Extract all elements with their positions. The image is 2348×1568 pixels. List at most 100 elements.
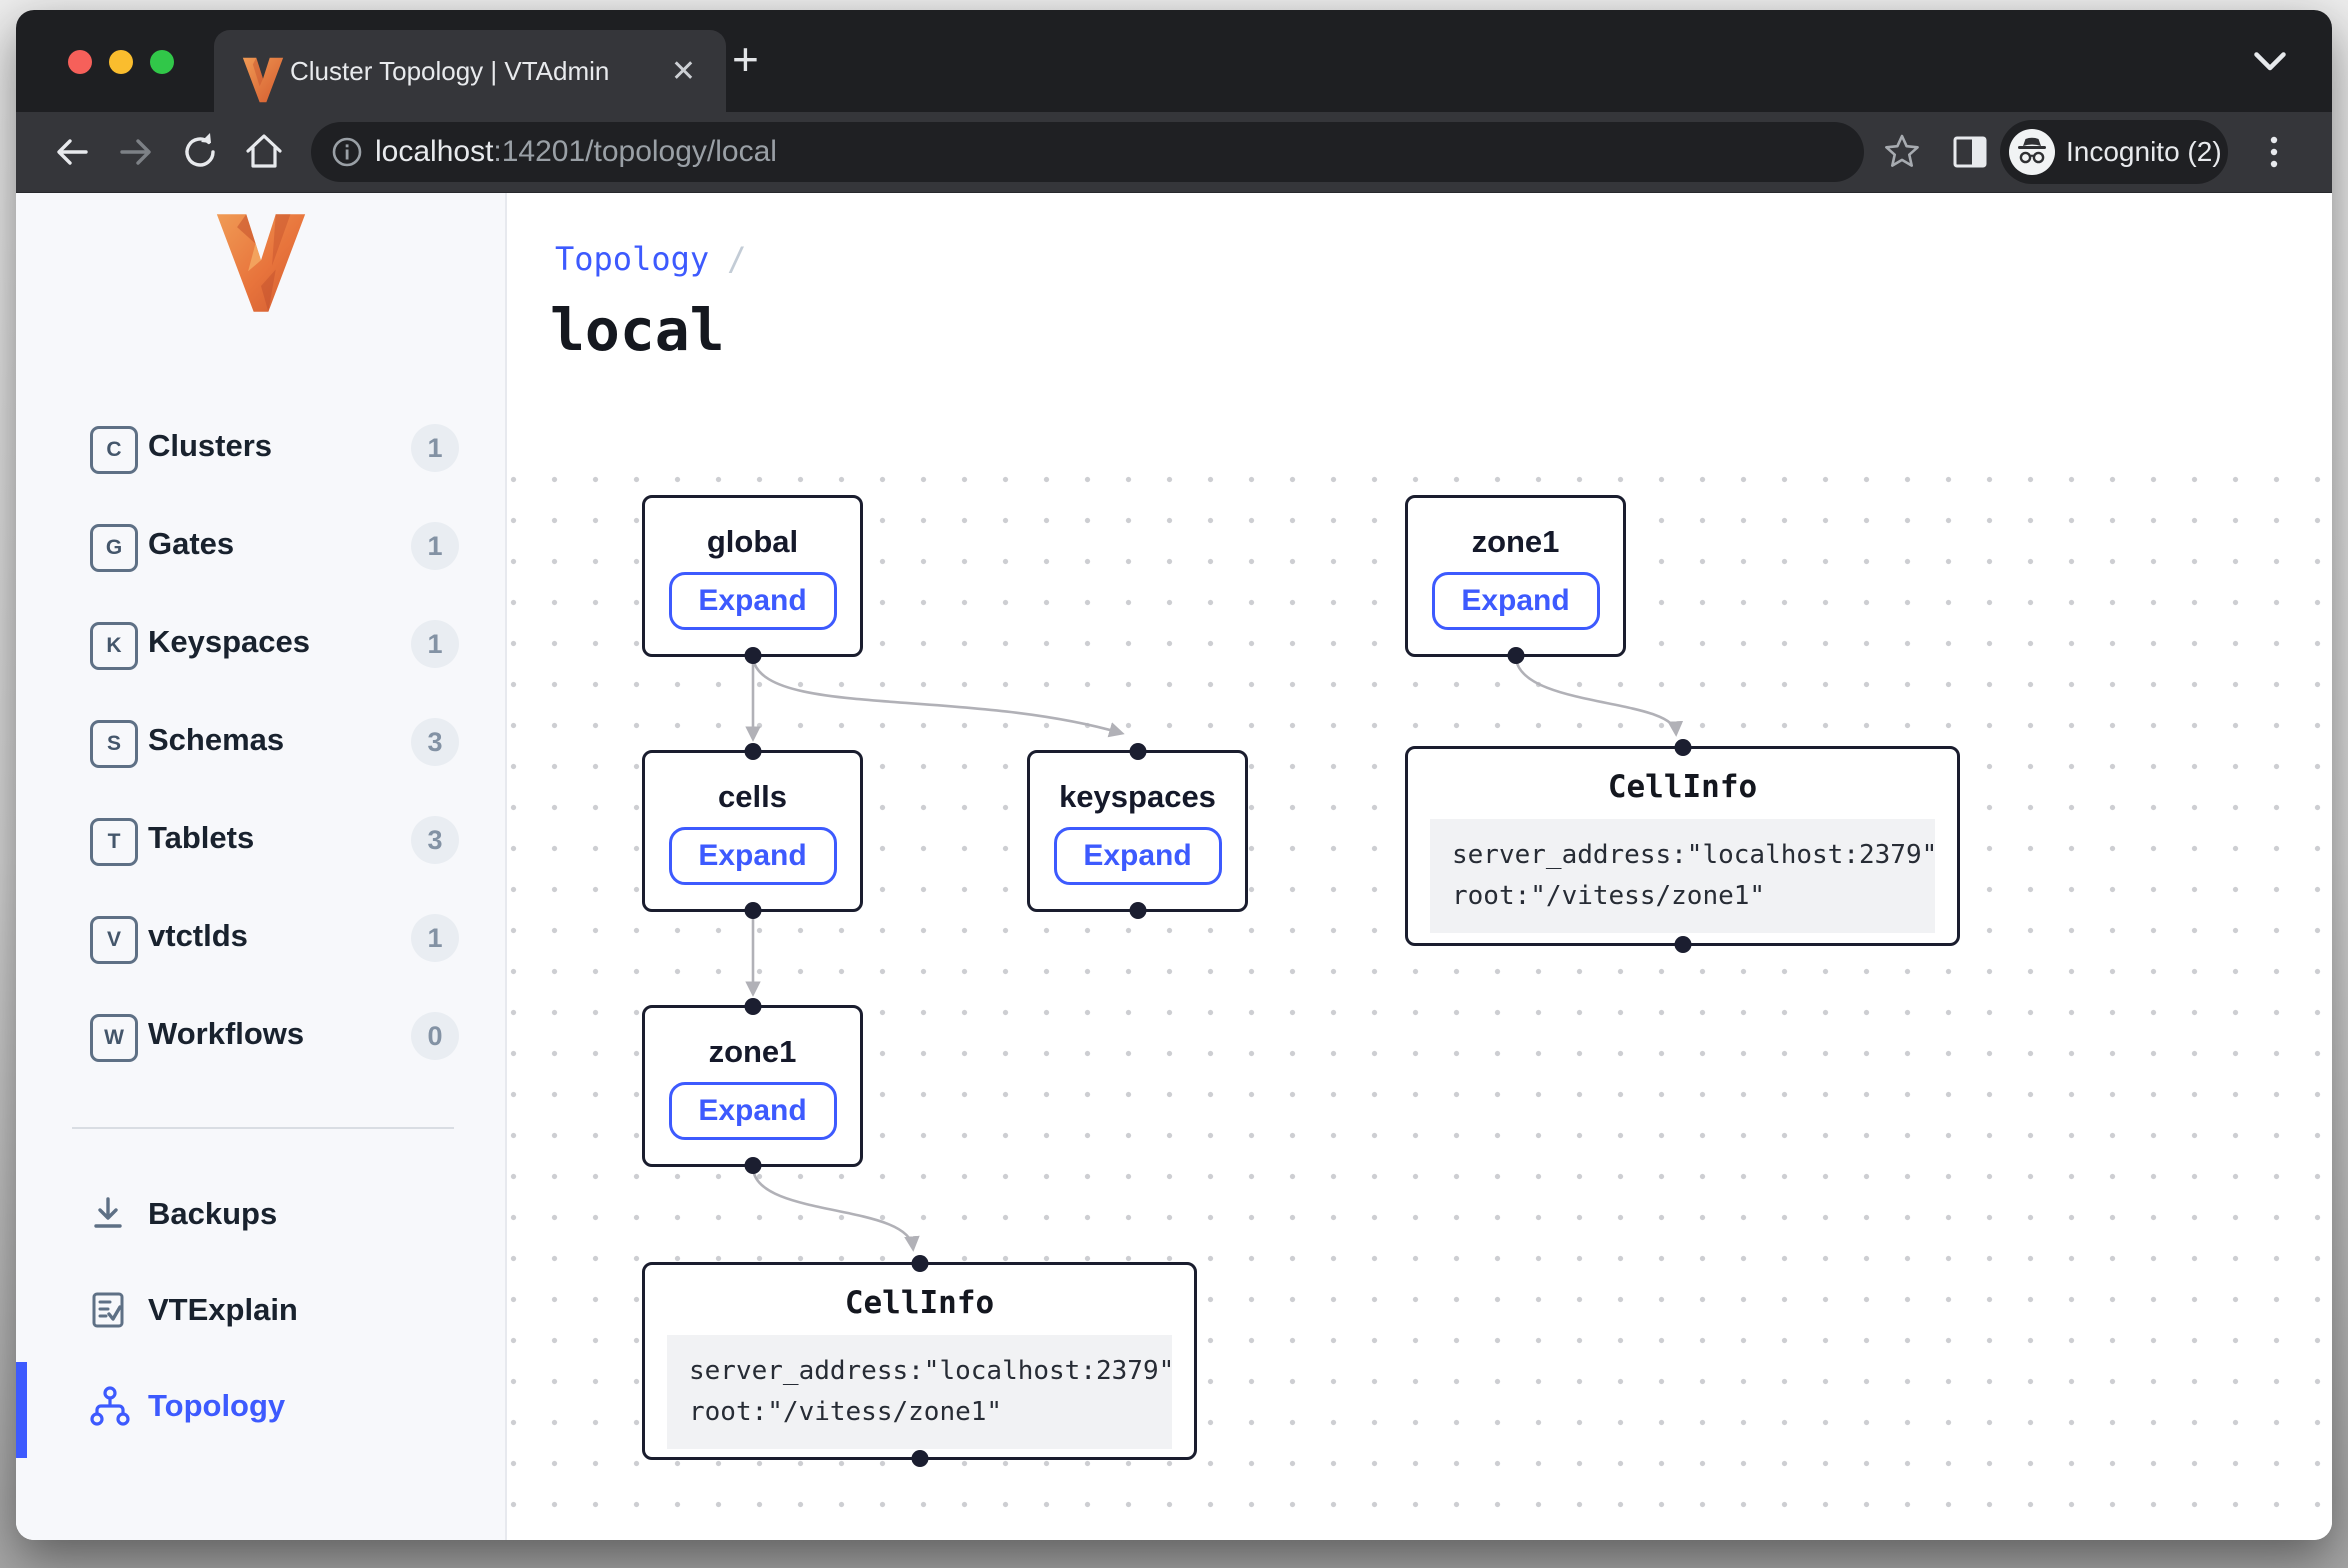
node-cellinfo-left[interactable]: CellInfo server_address:"localhost:2379"… — [642, 1262, 1197, 1460]
count-value: 1 — [427, 923, 442, 954]
sidebar-item-label: VTExplain — [148, 1292, 298, 1328]
breadcrumb-separator: / — [727, 240, 746, 278]
sidebar-item-label: Keyspaces — [148, 624, 310, 660]
count-value: 1 — [427, 531, 442, 562]
back-icon[interactable] — [48, 128, 96, 176]
expand-button[interactable]: Expand — [1432, 572, 1600, 630]
count-badge: 1 — [411, 522, 459, 570]
code-line: server_address:"localhost:2379" — [689, 1356, 1174, 1386]
sidebar-item-label: Clusters — [148, 428, 272, 464]
count-badge: 1 — [411, 620, 459, 668]
incognito-badge[interactable]: Incognito (2) — [2000, 120, 2228, 184]
page-title: local — [550, 296, 725, 364]
sidebar-item-label: Topology — [148, 1388, 285, 1424]
sidebar-item-label: vtctlds — [148, 918, 248, 954]
url-text: localhost:14201/topology/local — [375, 135, 777, 169]
workflows-icon: W — [90, 1014, 138, 1062]
sidebar-item-label: Tablets — [148, 820, 254, 856]
node-keyspaces[interactable]: keyspaces Expand — [1027, 750, 1248, 912]
cellinfo-code: server_address:"localhost:2379" root:"/v… — [1430, 819, 1935, 933]
icon-letter: K — [106, 634, 121, 658]
source-handle — [744, 647, 761, 664]
count-badge: 1 — [411, 914, 459, 962]
close-window-button[interactable] — [68, 50, 92, 74]
target-handle — [744, 998, 761, 1015]
sidebar-item-vtexplain[interactable]: VTExplain — [16, 1280, 505, 1344]
clusters-icon: C — [90, 426, 138, 474]
node-label: cells — [718, 779, 787, 815]
vitess-logo — [215, 211, 307, 315]
page-content: C Clusters 1 G Gates 1 K Keyspaces 1 S S… — [16, 193, 2332, 1540]
new-tab-button[interactable]: + — [732, 36, 759, 82]
source-handle — [1674, 936, 1691, 953]
node-cellinfo-right[interactable]: CellInfo server_address:"localhost:2379"… — [1405, 746, 1960, 946]
sidebar-item-label: Gates — [148, 526, 234, 562]
icon-letter: S — [107, 732, 121, 756]
source-handle — [1507, 647, 1524, 664]
target-handle — [1129, 743, 1146, 760]
sidebar-item-gates[interactable]: G Gates 1 — [16, 514, 505, 578]
minimize-window-button[interactable] — [109, 50, 133, 74]
sidebar-item-label: Backups — [148, 1196, 277, 1232]
count-badge: 0 — [411, 1012, 459, 1060]
expand-button[interactable]: Expand — [669, 1082, 837, 1140]
sidebar: C Clusters 1 G Gates 1 K Keyspaces 1 S S… — [16, 193, 507, 1540]
node-label: zone1 — [1472, 524, 1560, 560]
gates-icon: G — [90, 524, 138, 572]
icon-letter: G — [106, 536, 122, 560]
sidebar-item-keyspaces[interactable]: K Keyspaces 1 — [16, 612, 505, 676]
chevron-down-icon[interactable] — [2252, 50, 2288, 74]
icon-letter: W — [104, 1026, 124, 1050]
site-info-icon[interactable] — [331, 136, 363, 168]
count-badge: 1 — [411, 424, 459, 472]
icon-letter: T — [108, 830, 121, 854]
incognito-icon — [2009, 129, 2055, 175]
url-host: localhost — [375, 135, 493, 168]
icon-letter: C — [106, 438, 121, 462]
breadcrumb-topology-link[interactable]: Topology — [555, 240, 709, 278]
tab-title: Cluster Topology | VTAdmin — [290, 56, 609, 87]
bookmark-star-icon[interactable] — [1878, 128, 1926, 176]
sidebar-item-workflows[interactable]: W Workflows 0 — [16, 1004, 505, 1068]
icon-letter: V — [107, 928, 121, 952]
sidebar-item-schemas[interactable]: S Schemas 3 — [16, 710, 505, 774]
expand-button[interactable]: Expand — [1054, 827, 1222, 885]
tab-close-icon[interactable]: ✕ — [671, 54, 696, 89]
document-check-icon — [86, 1288, 130, 1332]
topology-graph-icon — [86, 1384, 130, 1428]
node-label: zone1 — [709, 1034, 797, 1070]
source-handle — [744, 1157, 761, 1174]
sidebar-item-clusters[interactable]: C Clusters 1 — [16, 416, 505, 480]
code-line: server_address:"localhost:2379" — [1452, 840, 1937, 870]
menu-dots-icon[interactable] — [2250, 128, 2298, 176]
sidebar-item-tablets[interactable]: T Tablets 3 — [16, 808, 505, 872]
sidebar-item-vtctlds[interactable]: V vtctlds 1 — [16, 906, 505, 970]
expand-button[interactable]: Expand — [669, 572, 837, 630]
tab-strip: Cluster Topology | VTAdmin ✕ + — [16, 10, 2332, 112]
node-zone1-left[interactable]: zone1 Expand — [642, 1005, 863, 1167]
url-bar[interactable]: localhost:14201/topology/local — [311, 122, 1864, 182]
node-global[interactable]: global Expand — [642, 495, 863, 657]
browser-toolbar: localhost:14201/topology/local Incognito… — [16, 112, 2332, 193]
count-value: 0 — [427, 1021, 442, 1052]
count-value: 3 — [427, 825, 442, 856]
download-icon — [86, 1192, 130, 1236]
url-path: :14201/topology/local — [493, 135, 777, 168]
count-badge: 3 — [411, 718, 459, 766]
node-label: global — [707, 524, 798, 560]
reload-icon[interactable] — [176, 128, 224, 176]
breadcrumb: Topology / — [555, 240, 746, 278]
sidebar-item-topology[interactable]: Topology — [16, 1376, 505, 1440]
node-cells[interactable]: cells Expand — [642, 750, 863, 912]
schemas-icon: S — [90, 720, 138, 768]
sidebar-item-backups[interactable]: Backups — [16, 1184, 505, 1248]
maximize-window-button[interactable] — [150, 50, 174, 74]
home-icon[interactable] — [240, 128, 288, 176]
browser-tab[interactable]: Cluster Topology | VTAdmin ✕ — [214, 30, 726, 112]
forward-icon[interactable] — [112, 128, 160, 176]
source-handle — [911, 1450, 928, 1467]
code-line: root:"/vitess/zone1" — [1452, 881, 1765, 911]
side-panel-icon[interactable] — [1946, 128, 1994, 176]
expand-button[interactable]: Expand — [669, 827, 837, 885]
node-zone1-right[interactable]: zone1 Expand — [1405, 495, 1626, 657]
